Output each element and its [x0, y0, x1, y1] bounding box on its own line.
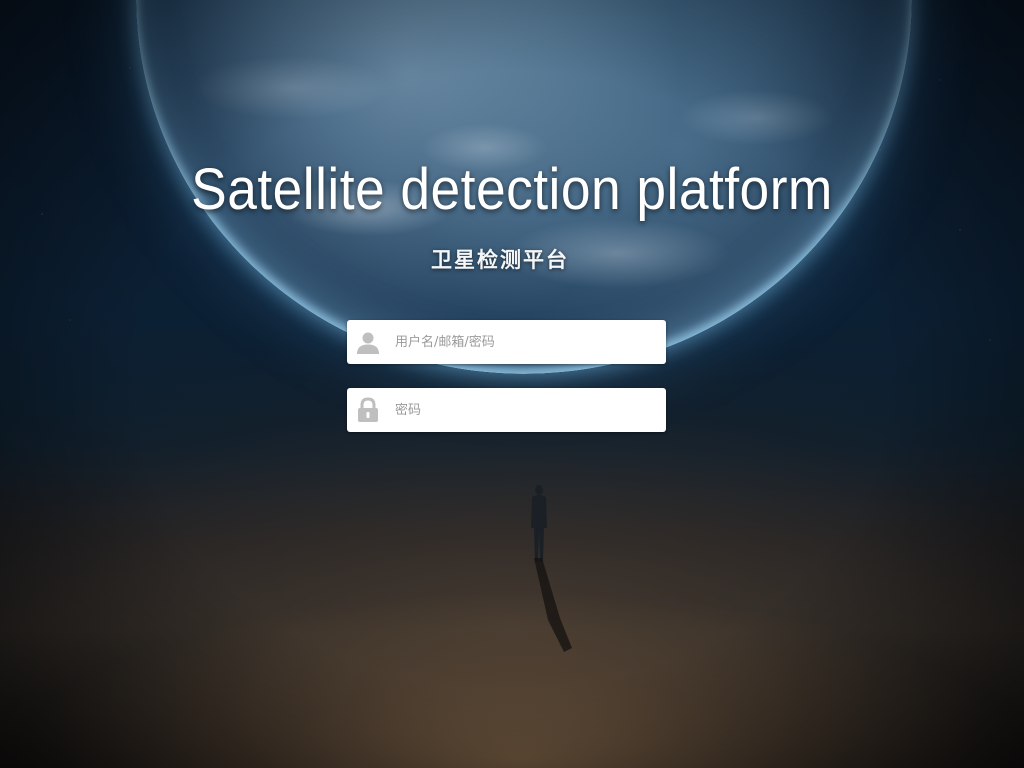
- person-silhouette: [531, 485, 547, 562]
- page-subtitle: 卫星检测平台: [431, 248, 569, 272]
- person-shadow: [534, 558, 572, 652]
- lock-icon: [347, 388, 389, 432]
- username-field[interactable]: [347, 320, 666, 364]
- user-icon: [347, 320, 389, 364]
- page-title: Satellite detection platform: [191, 157, 833, 222]
- login-page: Satellite detection platform 卫星检测平台: [0, 0, 1024, 768]
- username-input[interactable]: [389, 322, 666, 362]
- password-input[interactable]: [389, 390, 666, 430]
- password-field[interactable]: [347, 388, 666, 432]
